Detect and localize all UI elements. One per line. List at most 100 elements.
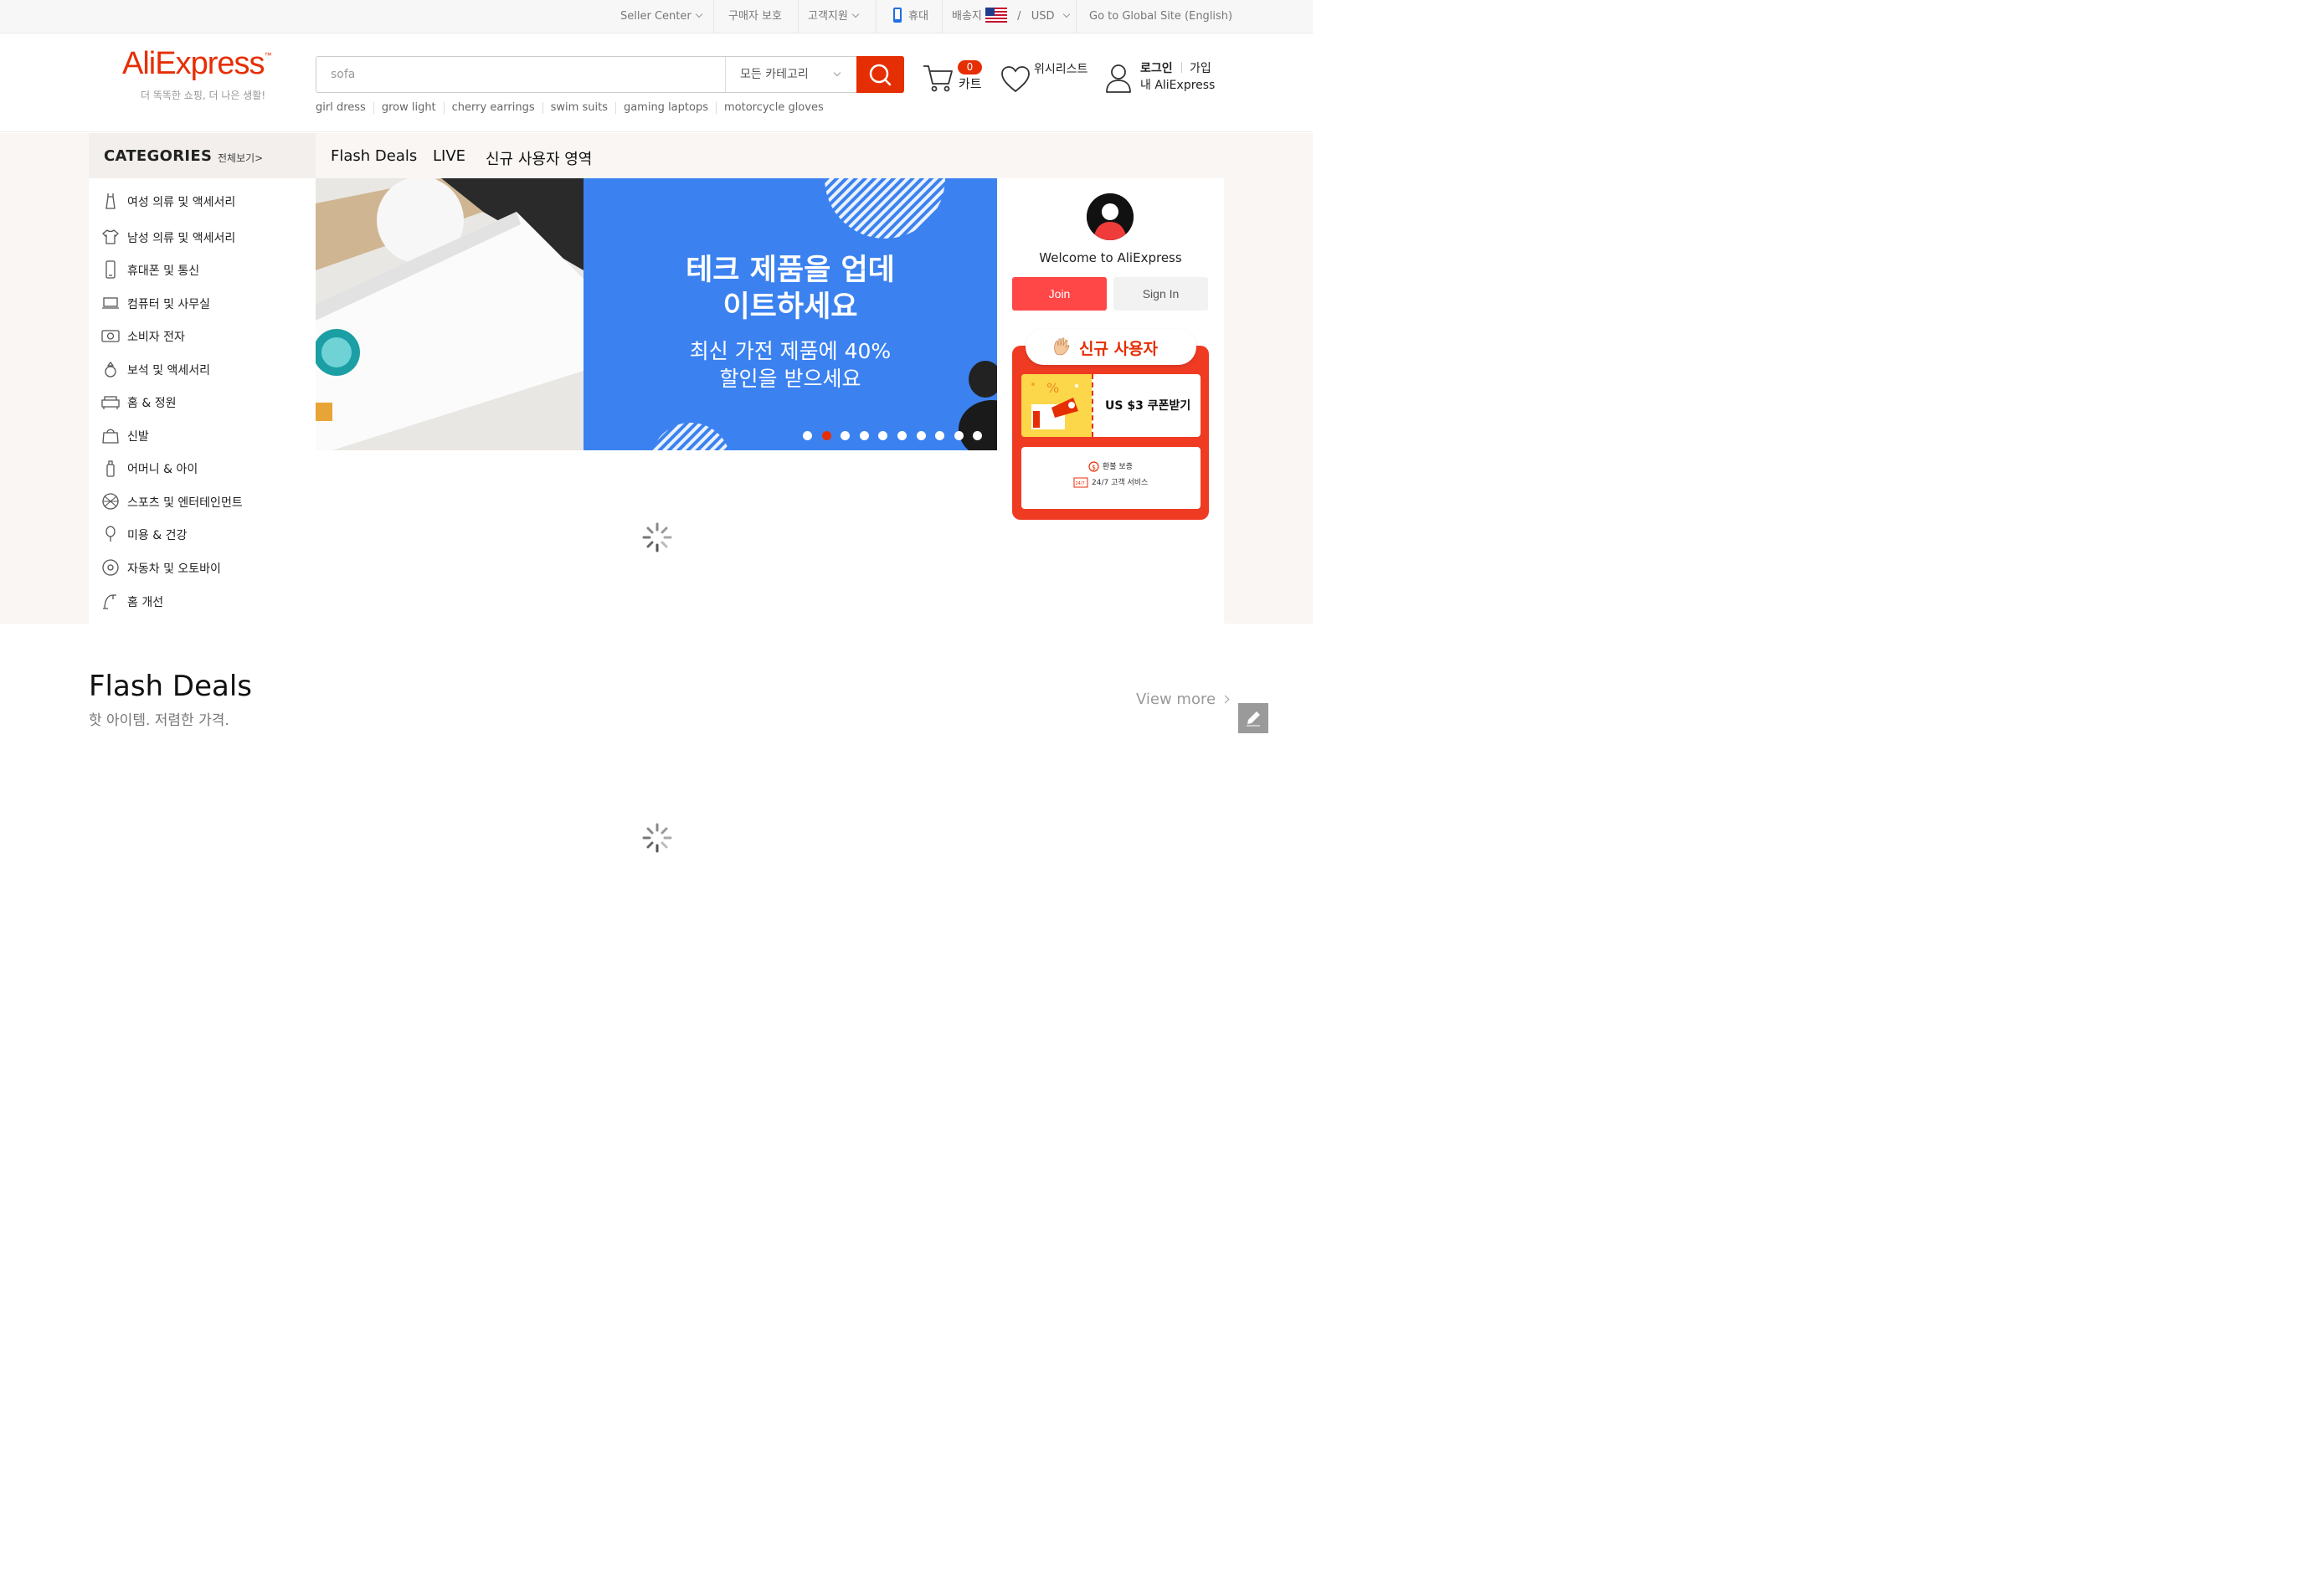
new-user-tab[interactable]: 신규 사용자 <box>1026 329 1196 365</box>
my-aliexpress-link[interactable]: 내 AliExpress <box>1140 76 1215 93</box>
divider <box>942 0 943 33</box>
aliexpress-logo[interactable]: AliExpress™ <box>122 46 272 82</box>
category-label: 어머니 & 아이 <box>127 463 198 476</box>
welcome-text: Welcome to AliExpress <box>1039 250 1182 265</box>
cart-button[interactable]: 0 카트 <box>921 59 988 101</box>
tab-new-user-zone[interactable]: 신규 사용자 영역 <box>486 147 592 169</box>
ball-icon <box>102 493 119 510</box>
banner-headline: 테크 제품을 업데 이트하세요 <box>584 252 997 326</box>
category-item[interactable]: 여성 의류 및 액세서리 <box>89 185 316 217</box>
search-category-dropdown[interactable]: 모든 카테고리 <box>725 57 856 92</box>
flash-deals-subtitle: 핫 아이템. 저렴한 가격. <box>89 712 229 729</box>
user-welcome-card: Welcome to AliExpress Join Sign In 신규 사용… <box>997 178 1224 530</box>
category-item[interactable]: 휴대폰 및 통신 <box>89 254 316 285</box>
category-item[interactable]: 어머니 & 아이 <box>89 452 316 484</box>
banner-left-image[interactable] <box>316 178 584 450</box>
category-item[interactable]: 소비자 전자 <box>89 320 316 352</box>
coupon-image: % <box>1021 374 1092 437</box>
mobile-phone-icon <box>893 7 902 23</box>
coupon-label: US $3 쿠폰받기 <box>1105 399 1191 413</box>
chevron-down-icon <box>695 10 702 18</box>
divider <box>1181 62 1182 73</box>
mobile-app-link[interactable]: 휴대 <box>892 0 928 33</box>
edit-button[interactable] <box>1238 703 1268 733</box>
laptop-icon <box>102 297 119 309</box>
hot-word-link[interactable]: cherry earrings <box>443 102 542 114</box>
waving-hand-icon <box>1054 337 1070 356</box>
chevron-right-icon <box>1221 695 1230 704</box>
refund-label: 환불 보증 <box>1103 463 1133 471</box>
hot-search-words: girl dress grow light cherry earrings swim … <box>316 101 831 114</box>
account-menu[interactable]: 로그인 가입 내 AliExpress <box>1105 58 1231 104</box>
divider <box>876 0 877 33</box>
customer-service: 24/7 24/7 고객 서비스 <box>1073 476 1148 488</box>
chevron-down-icon <box>851 10 860 18</box>
category-item[interactable]: 보석 및 액세서리 <box>89 353 316 385</box>
wishlist-button[interactable]: 위시리스트 <box>1000 59 1097 101</box>
login-link[interactable]: 로그인 <box>1140 59 1173 76</box>
hot-word-link[interactable]: gaming laptops <box>614 102 716 114</box>
search-button[interactable] <box>856 56 904 93</box>
chevron-down-icon <box>1063 10 1071 18</box>
nav-tabs: Flash Deals LIVE 신규 사용자 영역 <box>316 133 1224 178</box>
join-button[interactable]: Join <box>1012 277 1107 311</box>
category-item[interactable]: 홈 & 정원 <box>89 386 316 418</box>
service-label: 24/7 고객 서비스 <box>1092 479 1149 487</box>
loading-spinner-icon <box>642 522 672 552</box>
category-label: 여성 의류 및 액세서리 <box>127 196 236 209</box>
category-label: 홈 개선 <box>127 596 164 609</box>
search-input[interactable] <box>316 57 725 92</box>
hot-word-link[interactable]: girl dress <box>316 102 373 114</box>
global-site-link[interactable]: Go to Global Site (English) <box>1089 0 1232 33</box>
view-all-categories-link[interactable]: 전체보기> <box>218 151 263 165</box>
sofa-icon <box>101 396 120 409</box>
currency-separator: / <box>1017 10 1021 23</box>
category-item[interactable]: 신발 <box>89 419 316 451</box>
category-label: 홈 & 정원 <box>127 397 177 410</box>
hero-banner[interactable]: 테크 제품을 업데 이트하세요 최신 가전 제품에 40% 할인을 받으세요 <box>584 178 997 450</box>
category-item[interactable]: 홈 개선 <box>89 585 316 617</box>
hot-word-link[interactable]: swim suits <box>542 102 615 114</box>
category-item[interactable]: 자동차 및 오토바이 <box>89 552 316 583</box>
category-label: 소비자 전자 <box>127 331 185 344</box>
cart-icon <box>923 65 953 92</box>
trademark: ™ <box>264 51 272 59</box>
wheel-icon <box>102 559 119 576</box>
chevron-down-icon <box>833 69 841 77</box>
seller-center-link[interactable]: Seller Center <box>620 0 702 33</box>
join-link[interactable]: 가입 <box>1190 59 1211 76</box>
svg-text:%: % <box>1046 380 1059 396</box>
carousel-dot[interactable] <box>954 431 964 440</box>
category-item[interactable]: 미용 & 건강 <box>89 518 316 550</box>
carousel-dot[interactable] <box>897 431 907 440</box>
default-avatar-icon <box>1087 193 1134 240</box>
ship-to-selector[interactable]: 배송지 / USD <box>952 0 1071 33</box>
carousel-dot[interactable] <box>859 431 869 440</box>
search-icon <box>869 64 892 86</box>
refund-guarantee: $ 환불 보증 <box>1088 460 1133 472</box>
category-item[interactable]: 스포츠 및 엔터테인먼트 <box>89 485 316 517</box>
category-label: 스포츠 및 엔터테인먼트 <box>127 496 243 510</box>
category-item[interactable]: 남성 의류 및 액세서리 <box>89 221 316 253</box>
hot-word-link[interactable]: motorcycle gloves <box>715 102 831 114</box>
help-link[interactable]: 고객지원 <box>808 0 860 33</box>
hot-word-link[interactable]: grow light <box>373 102 444 114</box>
categories-header: CATEGORIES 전체보기> <box>89 133 316 178</box>
carousel-dot[interactable] <box>821 431 831 440</box>
category-item[interactable]: 컴퓨터 및 사무실 <box>89 287 316 319</box>
buyer-protection-link[interactable]: 구매자 보호 <box>728 0 782 33</box>
carousel-dot[interactable] <box>916 431 926 440</box>
shirt-icon <box>102 229 119 244</box>
carousel-dot[interactable] <box>803 431 812 440</box>
tab-flash-deals[interactable]: Flash Deals <box>331 147 417 165</box>
help-label: 고객지원 <box>808 10 848 23</box>
currency-label: USD <box>1031 10 1055 23</box>
sign-in-button[interactable]: Sign In <box>1113 277 1208 311</box>
banner-subline-line: 할인을 받으세요 <box>719 367 861 391</box>
coupon-card[interactable]: % US $3 쿠폰받기 <box>1021 374 1201 437</box>
slogan: 더 똑똑한 쇼핑, 더 나은 생활! <box>141 90 266 101</box>
service-badge-icon: 24/7 <box>1073 477 1088 488</box>
view-more-link[interactable]: View more <box>1136 691 1230 708</box>
tab-live[interactable]: LIVE <box>433 147 465 165</box>
category-label: 보석 및 액세서리 <box>127 364 211 377</box>
